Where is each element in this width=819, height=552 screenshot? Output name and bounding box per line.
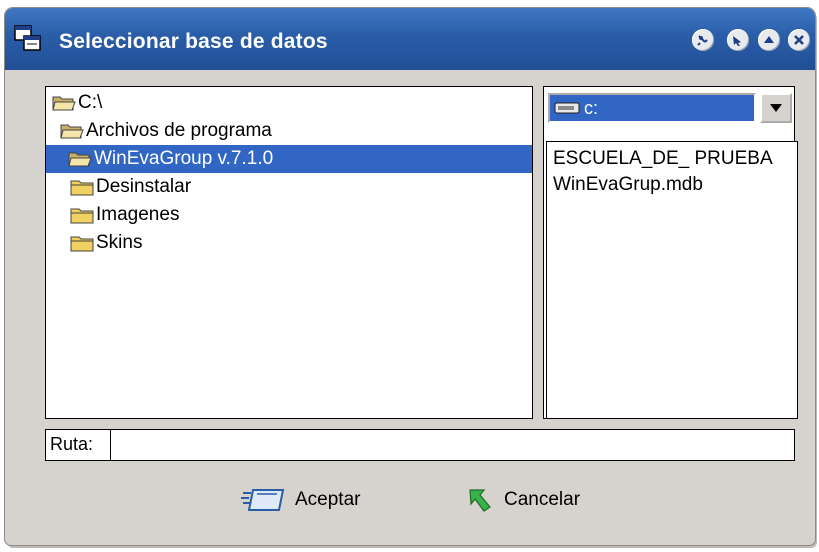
path-divider xyxy=(110,430,111,460)
tree-item-desinstalar[interactable]: Desinstalar xyxy=(70,173,191,201)
drive-dropdown-button[interactable] xyxy=(760,93,792,123)
accept-label: Aceptar xyxy=(295,489,361,510)
dialog-title: Seleccionar base de datos xyxy=(59,30,328,53)
path-field: Ruta: xyxy=(45,429,795,461)
tree-item-label: WinEvaGroup v.7.1.0 xyxy=(94,148,274,169)
close-icon[interactable] xyxy=(788,29,810,51)
title-bar[interactable]: Seleccionar base de datos xyxy=(5,8,815,70)
cancel-label: Cancelar xyxy=(504,489,581,510)
tree-item-label: Archivos de programa xyxy=(86,120,272,141)
folder-tree[interactable]: C:\ Archivos de programa WinEvaGroup v.7… xyxy=(45,86,533,419)
cancel-button[interactable]: Cancelar xyxy=(466,483,580,517)
accept-button[interactable]: Aceptar xyxy=(241,483,360,517)
open-folder-icon xyxy=(60,124,84,139)
tree-item-program-files[interactable]: Archivos de programa xyxy=(60,117,272,145)
tree-item-skins[interactable]: Skins xyxy=(70,229,142,257)
file-item[interactable]: WinEvaGrup.mdb xyxy=(553,174,703,196)
tree-item-root[interactable]: C:\ xyxy=(52,89,102,117)
folder-icon xyxy=(70,180,94,196)
open-folder-icon xyxy=(52,96,76,111)
accept-icon xyxy=(241,489,285,511)
path-input[interactable] xyxy=(113,432,793,458)
select-database-dialog: Seleccionar base de datos C:\ Archivos d… xyxy=(5,8,815,545)
maximize-icon[interactable] xyxy=(758,29,780,51)
chevron-down-icon xyxy=(770,104,782,112)
file-list[interactable]: ESCUELA_DE_ PRUEBA WinEvaGrup.mdb xyxy=(546,141,798,419)
tree-item-label: Skins xyxy=(96,232,143,253)
tree-item-label: C:\ xyxy=(78,92,103,113)
cancel-icon xyxy=(469,489,491,512)
drive-icon xyxy=(554,102,580,114)
folder-icon xyxy=(70,236,94,252)
drive-select[interactable]: c: xyxy=(548,93,792,123)
file-item[interactable]: ESCUELA_DE_ PRUEBA xyxy=(553,148,773,170)
pin-icon[interactable] xyxy=(727,29,749,51)
drive-label: c: xyxy=(584,97,599,118)
tree-item-label: Desinstalar xyxy=(96,176,192,197)
open-folder-icon xyxy=(68,152,92,167)
database-window-icon xyxy=(14,25,41,51)
tree-item-label: Imagenes xyxy=(96,204,180,225)
drive-select-value[interactable]: c: xyxy=(548,93,756,123)
tree-item-winevagroup[interactable]: WinEvaGroup v.7.1.0 xyxy=(46,145,532,173)
help-icon[interactable] xyxy=(692,29,714,51)
path-label: Ruta: xyxy=(50,434,94,454)
folder-icon xyxy=(70,208,94,224)
tree-item-imagenes[interactable]: Imagenes xyxy=(70,201,179,229)
